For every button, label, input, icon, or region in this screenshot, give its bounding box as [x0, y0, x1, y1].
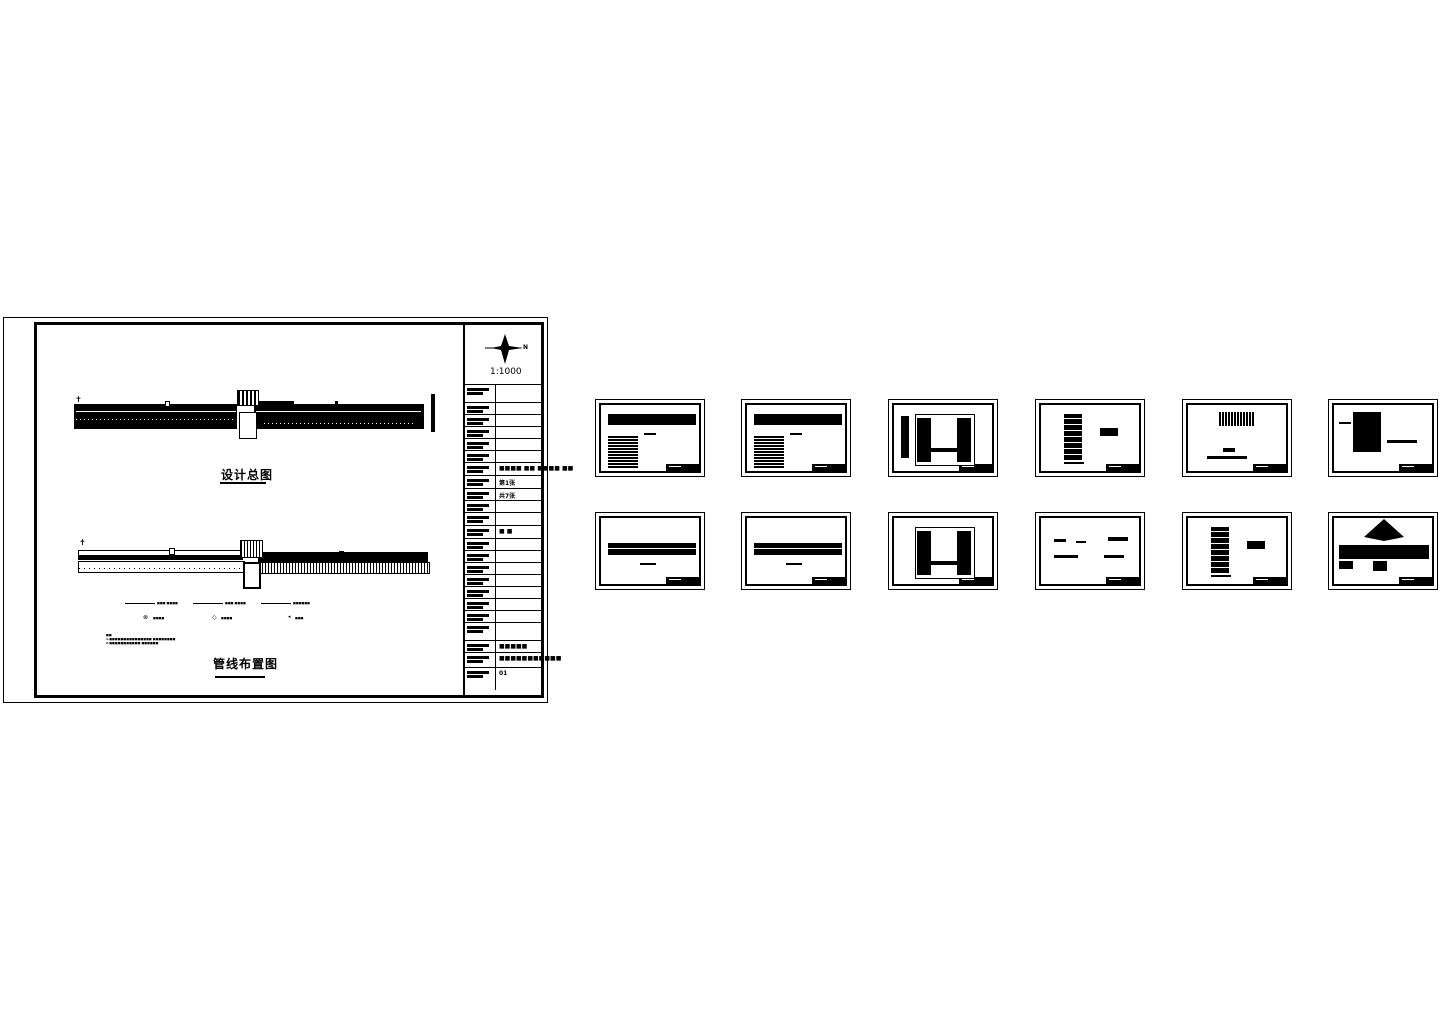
title-block-label [467, 613, 493, 622]
title-block-row [465, 414, 544, 426]
drawing-sheet-thumbnail[interactable] [595, 399, 705, 477]
title-block-row [465, 450, 544, 462]
title-block-value: ■ ■ [499, 528, 513, 535]
title-block-label [467, 405, 493, 414]
elevation-marker-icon: ✝ [75, 395, 82, 404]
lamp-symbol-icon: ◂ [288, 614, 291, 620]
title-block-row: 01 [465, 667, 544, 690]
site-plan-title: 设计总图 [221, 468, 274, 482]
title-block-label [467, 441, 493, 450]
drawing-sheet-thumbnail[interactable] [1328, 399, 1438, 477]
drawing-sheet-thumbnail[interactable] [1182, 399, 1292, 477]
title-block-row: 共7张 [465, 488, 544, 500]
title-block-label [467, 465, 493, 474]
title-block-row [465, 538, 544, 550]
title-block-label [467, 589, 493, 598]
north-arrow-icon: N [483, 330, 528, 366]
title-block-value: 共7张 [499, 493, 516, 500]
title-block-row [465, 550, 544, 562]
pipeline-plan-drawing[interactable]: ✝ [78, 538, 430, 589]
legend: ■■■ ■■■■ ■■■ ■■■■ ■■■■■■ ⊗ ■■■■ ◇ ■■■■ ◂… [125, 600, 365, 630]
title-block-row [465, 562, 544, 574]
title-block-label [467, 565, 493, 574]
thumbnail-title-block [1253, 464, 1287, 472]
thumbnail-title-block [1106, 577, 1140, 585]
title-block-value: 第1张 [499, 480, 516, 487]
title-block-label [467, 491, 493, 500]
drawing-sheet-thumbnail[interactable] [1035, 512, 1145, 590]
thumbnail-title-block [1399, 464, 1433, 472]
drawing-sheet-thumbnail[interactable] [741, 512, 851, 590]
title-block-row [465, 512, 544, 525]
title-block-label [467, 625, 493, 634]
pipeline-plan-title: 管线布置图 [213, 657, 279, 671]
thumbnail-title-block [1106, 464, 1140, 472]
title-block-label [467, 643, 493, 652]
notes: ■■ 1.■■■■■■■■■■■■■■■ ■■■■■■■■ 2.■■■■■■■■… [106, 633, 176, 645]
thumbnail-title-block [666, 577, 700, 585]
thumbnail-title-block [812, 464, 846, 472]
section-strip [431, 394, 435, 432]
scale-label: 1:1000 [490, 367, 522, 377]
drawing-sheet-thumbnail[interactable] [888, 399, 998, 477]
title-block-row [465, 402, 544, 414]
title-block-row [465, 426, 544, 438]
title-block-value: 01 [499, 670, 508, 677]
title-block-label [467, 528, 493, 537]
title-block-label [467, 601, 493, 610]
title-block-row [465, 586, 544, 598]
title-block-label [467, 429, 493, 438]
thumbnail-title-block [1399, 577, 1433, 585]
title-block-label [467, 541, 493, 550]
elevation-marker-icon: ✝ [79, 538, 86, 547]
hydrant-symbol-icon: ◇ [212, 614, 217, 621]
title-block-row [465, 500, 544, 512]
title-block-label [467, 453, 493, 462]
site-plan-drawing[interactable]: ✝ [74, 390, 434, 439]
drawing-sheet-thumbnail[interactable] [595, 512, 705, 590]
title-block-row [465, 610, 544, 622]
title-block-value: ■■■■ ■■ ■■■■ ■■ [499, 465, 574, 472]
thumbnail-title-block [812, 577, 846, 585]
title-block: N 1:1000 ■■■■ ■■ ■■■■ ■■ 第1张 共7张 ■ ■ ■■■■■ ■■… [463, 322, 573, 698]
title-block-row: ■ ■ [465, 525, 544, 538]
title-block-row: ■■■■■ [465, 640, 544, 652]
thumbnail-title-block [666, 464, 700, 472]
title-block-value: ■■■■■ [499, 643, 528, 650]
title-block-row [465, 622, 544, 640]
drawing-sheet-thumbnail[interactable] [1035, 399, 1145, 477]
thumbnail-title-block [1253, 577, 1287, 585]
title-block-row [465, 598, 544, 610]
title-block-label [467, 387, 493, 396]
title-block-label [467, 417, 493, 426]
title-block-row: 第1张 [465, 475, 544, 488]
title-block-row [465, 574, 544, 586]
title-block-label [467, 577, 493, 586]
title-block-label [467, 515, 493, 524]
title-block-row [465, 438, 544, 450]
title-block-row: ■■■■ ■■ ■■■■ ■■ [465, 462, 573, 475]
valve-symbol-icon: ⊗ [143, 614, 149, 621]
drawing-sheet-thumbnail[interactable] [888, 512, 998, 590]
title-block-row [465, 384, 544, 402]
title-block-value: ■■■■■■■■■■■ [499, 655, 562, 662]
title-block-label [467, 553, 493, 562]
drawing-sheet-thumbnail[interactable] [1182, 512, 1292, 590]
title-block-label [467, 503, 493, 512]
title-block-label [467, 478, 493, 487]
title-block-label [467, 670, 493, 679]
title-block-row: ■■■■■■■■■■■ [465, 652, 561, 667]
title-block-label [467, 655, 493, 664]
drawing-sheet-thumbnail[interactable] [1328, 512, 1438, 590]
drawing-sheet-thumbnail[interactable] [741, 399, 851, 477]
